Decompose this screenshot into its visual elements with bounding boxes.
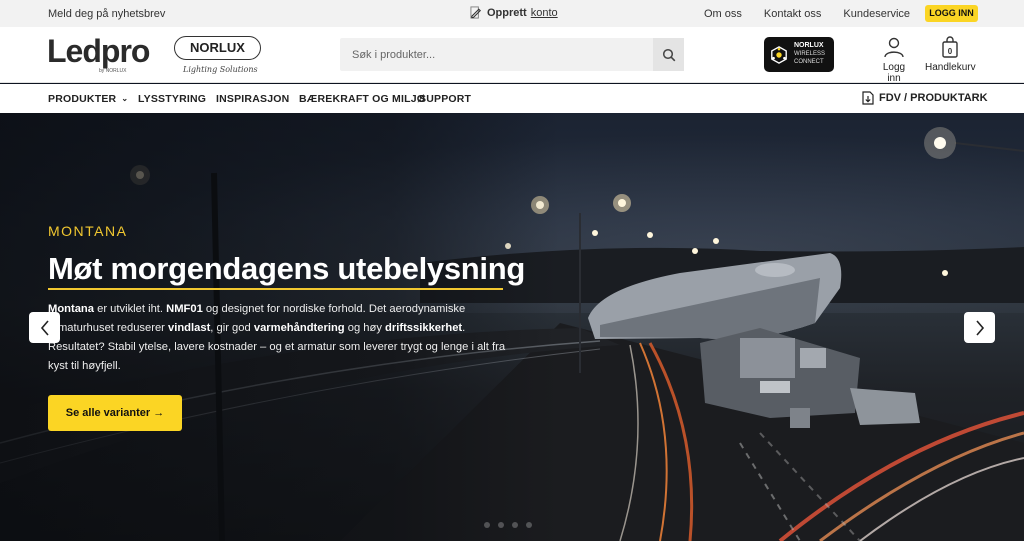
- see-all-variants-button[interactable]: Se alle varianter →: [48, 395, 182, 431]
- create-account-prefix: Opprett: [487, 6, 527, 19]
- top-link-kundeservice[interactable]: Kundeservice: [843, 8, 910, 20]
- norlux-logo-text: NORLUX: [174, 36, 261, 60]
- top-link-kontakt-oss[interactable]: Kontakt oss: [764, 8, 821, 20]
- ledpro-logo[interactable]: Ledpro by NORLUX: [47, 33, 151, 74]
- hero-body-text-segment: , gir god: [210, 322, 254, 334]
- cart-button[interactable]: 0 Handlekurv: [925, 36, 976, 73]
- hero-body-bold-vindlast: vindlast: [168, 322, 211, 334]
- create-account-link[interactable]: Opprett konto: [470, 6, 558, 19]
- hero-body-bold-nmf01: NMF01: [166, 303, 203, 315]
- hero-body-text-segment: og høy: [344, 322, 386, 334]
- nav-item-produkter-label: PRODUKTER: [48, 93, 117, 105]
- fdv-label: FDV / PRODUKTARK: [879, 92, 988, 104]
- top-utility-bar: Meld deg på nyhetsbrev Opprett konto Om …: [0, 0, 1024, 27]
- search-bar: [340, 38, 684, 71]
- headline-underline: [48, 288, 503, 290]
- main-navigation: PRODUKTER ⌄ LYSSTYRING INSPIRASJON BÆREKR…: [0, 84, 1024, 113]
- wireless-badge-line2: WIRELESS: [794, 51, 826, 57]
- bag-icon: 0: [942, 36, 958, 58]
- carousel-dot[interactable]: [498, 522, 504, 528]
- search-icon: [662, 48, 675, 61]
- ledpro-logo-text: Ledpro: [47, 33, 150, 69]
- carousel-dot[interactable]: [512, 522, 518, 528]
- chevron-down-icon: ⌄: [121, 94, 129, 103]
- hero-body-text-segment: er utviklet iht.: [94, 303, 167, 315]
- login-button[interactable]: LOGG INN: [925, 5, 978, 22]
- norlux-tagline: Lighting Solutions: [183, 65, 258, 74]
- nav-item-support[interactable]: SUPPORT: [419, 93, 471, 105]
- norlux-logo[interactable]: NORLUX Lighting Solutions: [173, 35, 263, 79]
- chevron-left-icon: [40, 319, 49, 336]
- document-download-icon: [862, 91, 874, 105]
- create-account-link-text[interactable]: konto: [531, 7, 558, 19]
- hero-body-text: Montana er utviklet iht. NMF01 og design…: [48, 300, 508, 376]
- search-input[interactable]: [340, 38, 652, 71]
- cart-label: Handlekurv: [925, 62, 976, 73]
- chevron-right-icon: [975, 319, 984, 336]
- cart-count: 0: [948, 47, 953, 56]
- carousel-prev-button[interactable]: [29, 312, 60, 343]
- nav-item-baerekraft[interactable]: BÆREKRAFT OG MILJØ: [299, 93, 425, 105]
- fdv-produktark-link[interactable]: FDV / PRODUKTARK: [862, 91, 988, 105]
- nav-item-lysstyring[interactable]: LYSSTYRING: [138, 93, 206, 105]
- hero-body-bold-varme: varmehåndtering: [253, 322, 345, 334]
- ledpro-logo-byline: by NORLUX: [99, 68, 127, 74]
- site-header: Ledpro by NORLUX NORLUX Lighting Solutio…: [0, 27, 1024, 84]
- carousel-dot[interactable]: [484, 522, 490, 528]
- hexagon-icon: [771, 46, 787, 64]
- hero-headline: Møt morgendagens utebelysning: [48, 251, 526, 286]
- top-link-om-oss[interactable]: Om oss: [704, 8, 742, 20]
- wireless-badge-line3: CONNECT: [794, 59, 824, 65]
- top-links: Om oss Kontakt oss Kundeservice: [704, 8, 910, 20]
- search-button[interactable]: [653, 38, 684, 71]
- newsletter-link[interactable]: Meld deg på nyhetsbrev: [48, 8, 165, 20]
- hero-banner: MONTANA Møt morgendagens utebelysning Mo…: [0, 113, 1024, 541]
- user-icon: [884, 37, 904, 58]
- nav-item-inspirasjon[interactable]: INSPIRASJON: [216, 93, 289, 105]
- login-label: Logg inn: [882, 62, 906, 84]
- nav-item-produkter[interactable]: PRODUKTER ⌄: [48, 93, 128, 105]
- carousel-dot[interactable]: [526, 522, 532, 528]
- carousel-next-button[interactable]: [964, 312, 995, 343]
- account-login[interactable]: Logg inn: [876, 36, 912, 84]
- hero-body-bold-drift: driftssikkerhet: [385, 322, 463, 334]
- carousel-dots: [484, 522, 532, 528]
- norlux-wireless-connect-badge[interactable]: NORLUX WIRELESS CONNECT: [764, 37, 834, 72]
- edit-icon: [470, 6, 482, 19]
- hero-eyebrow: MONTANA: [48, 223, 128, 239]
- wireless-badge-line1: NORLUX: [794, 42, 824, 49]
